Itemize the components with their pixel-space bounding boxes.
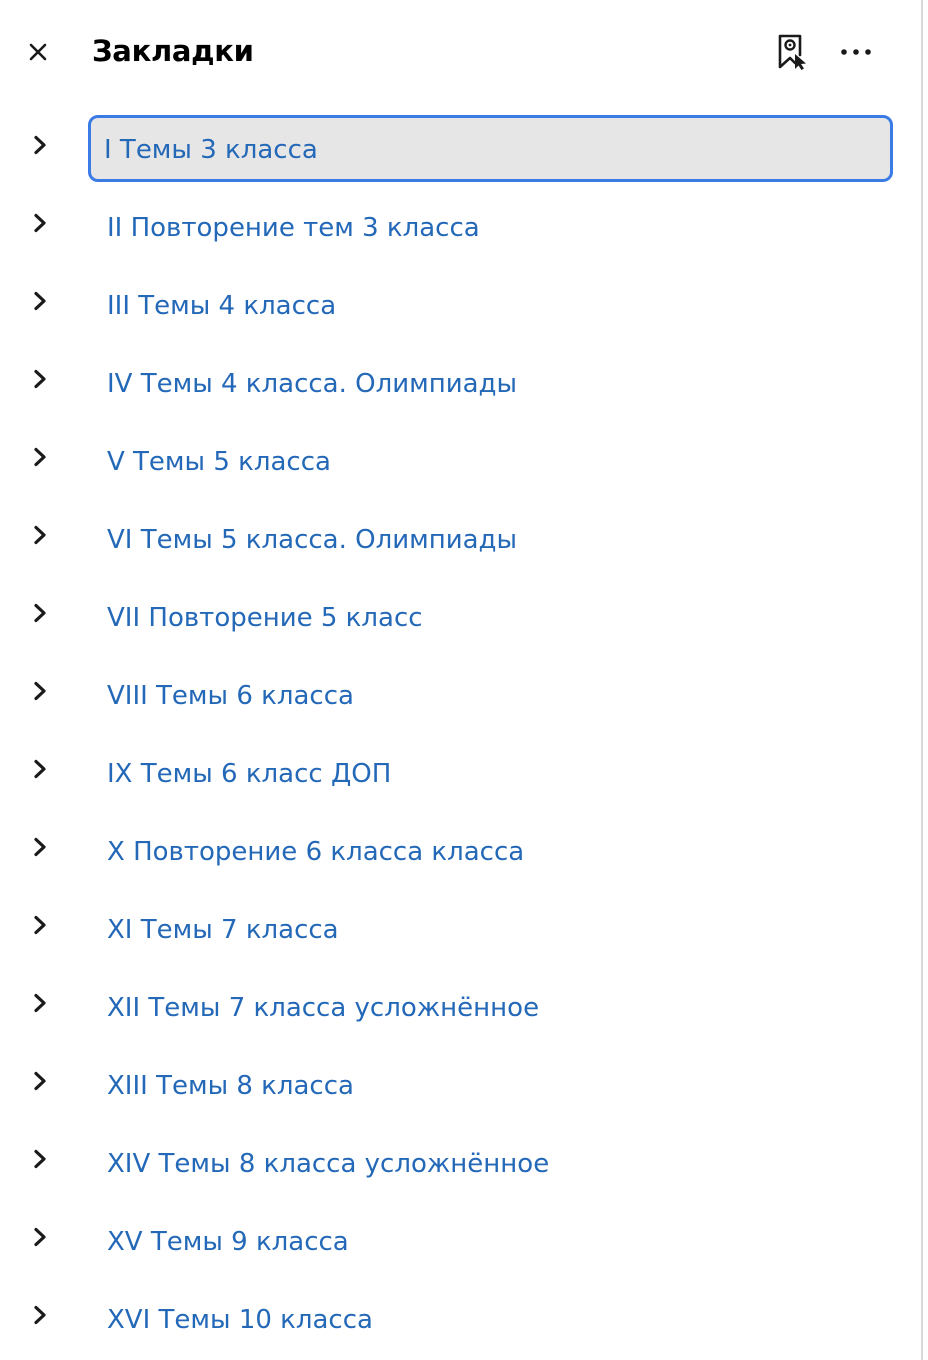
chevron-right-icon — [34, 759, 46, 779]
bookmark-item: VI Темы 5 класса. Олимпиады — [0, 498, 921, 576]
expand-button[interactable] — [26, 131, 54, 159]
expand-button[interactable] — [26, 1067, 54, 1095]
expand-button[interactable] — [26, 599, 54, 627]
panel-header: Закладки — [0, 0, 921, 104]
bookmark-item: XV Темы 9 класса — [0, 1200, 921, 1278]
chevron-right-icon — [34, 1227, 46, 1247]
bookmark-label[interactable]: III Темы 4 класса — [88, 271, 893, 338]
bookmark-label[interactable]: I Темы 3 класса — [88, 115, 893, 182]
bookmark-item: IX Темы 6 класс ДОП — [0, 732, 921, 810]
bookmark-label[interactable]: II Повторение тем 3 класса — [88, 193, 893, 260]
expand-button[interactable] — [26, 287, 54, 315]
bookmark-item: II Повторение тем 3 класса — [0, 186, 921, 264]
bookmark-item: III Темы 4 класса — [0, 264, 921, 342]
panel-divider — [921, 0, 923, 1360]
chevron-right-icon — [34, 447, 46, 467]
chevron-right-icon — [34, 369, 46, 389]
bookmark-item: XVI Темы 10 класса — [0, 1278, 921, 1356]
expand-button[interactable] — [26, 209, 54, 237]
expand-button[interactable] — [26, 365, 54, 393]
expand-button[interactable] — [26, 1223, 54, 1251]
expand-button[interactable] — [26, 1301, 54, 1329]
bookmark-item: XII Темы 7 класса усложнённое — [0, 966, 921, 1044]
bookmark-item: XIII Темы 8 класса — [0, 1044, 921, 1122]
expand-button[interactable] — [26, 989, 54, 1017]
bookmark-label[interactable]: XIII Темы 8 класса — [88, 1051, 893, 1118]
bookmark-label[interactable]: X Повторение 6 класса класса — [88, 817, 893, 884]
bookmark-list: I Темы 3 класса II Повторение тем 3 клас… — [0, 108, 921, 1356]
bookmark-label[interactable]: VI Темы 5 класса. Олимпиады — [88, 505, 893, 572]
chevron-right-icon — [34, 135, 46, 155]
bookmark-label[interactable]: XI Темы 7 класса — [88, 895, 893, 962]
bookmark-item: XI Темы 7 класса — [0, 888, 921, 966]
add-bookmark-button[interactable] — [772, 32, 812, 72]
bookmark-item: V Темы 5 класса — [0, 420, 921, 498]
expand-button[interactable] — [26, 443, 54, 471]
bookmark-label[interactable]: V Темы 5 класса — [88, 427, 893, 494]
bookmark-item: VII Повторение 5 класс — [0, 576, 921, 654]
chevron-right-icon — [34, 837, 46, 857]
expand-button[interactable] — [26, 911, 54, 939]
chevron-right-icon — [34, 915, 46, 935]
chevron-right-icon — [34, 681, 46, 701]
panel-title: Закладки — [92, 34, 254, 68]
bookmark-label[interactable]: XVI Темы 10 класса — [88, 1285, 893, 1352]
chevron-right-icon — [34, 1071, 46, 1091]
bookmark-item: VIII Темы 6 класса — [0, 654, 921, 732]
bookmark-label[interactable]: XV Темы 9 класса — [88, 1207, 893, 1274]
bookmark-item: X Повторение 6 класса класса — [0, 810, 921, 888]
chevron-right-icon — [34, 603, 46, 623]
expand-button[interactable] — [26, 521, 54, 549]
bookmark-item: I Темы 3 класса — [0, 108, 921, 186]
bookmark-label[interactable]: IV Темы 4 класса. Олимпиады — [88, 349, 893, 416]
close-icon — [29, 43, 47, 61]
bookmark-item: XIV Темы 8 класса усложнённое — [0, 1122, 921, 1200]
expand-button[interactable] — [26, 1145, 54, 1173]
chevron-right-icon — [34, 291, 46, 311]
bookmark-item: IV Темы 4 класса. Олимпиады — [0, 342, 921, 420]
chevron-right-icon — [34, 1149, 46, 1169]
expand-button[interactable] — [26, 833, 54, 861]
bookmarks-panel: Закладки I Темы 3 класса II Повторение т… — [0, 0, 921, 1360]
expand-button[interactable] — [26, 677, 54, 705]
bookmark-label[interactable]: VIII Темы 6 класса — [88, 661, 893, 728]
chevron-right-icon — [34, 213, 46, 233]
chevron-right-icon — [34, 1305, 46, 1325]
chevron-right-icon — [34, 993, 46, 1013]
bookmark-label[interactable]: XIV Темы 8 класса усложнённое — [88, 1129, 893, 1196]
more-horizontal-icon — [841, 49, 871, 55]
bookmark-label[interactable]: VII Повторение 5 класс — [88, 583, 893, 650]
bookmark-label[interactable]: XII Темы 7 класса усложнённое — [88, 973, 893, 1040]
bookmark-label[interactable]: IX Темы 6 класс ДОП — [88, 739, 893, 806]
chevron-right-icon — [34, 525, 46, 545]
bookmark-add-icon — [778, 34, 806, 70]
more-options-button[interactable] — [836, 32, 876, 72]
close-button[interactable] — [22, 36, 54, 68]
expand-button[interactable] — [26, 755, 54, 783]
